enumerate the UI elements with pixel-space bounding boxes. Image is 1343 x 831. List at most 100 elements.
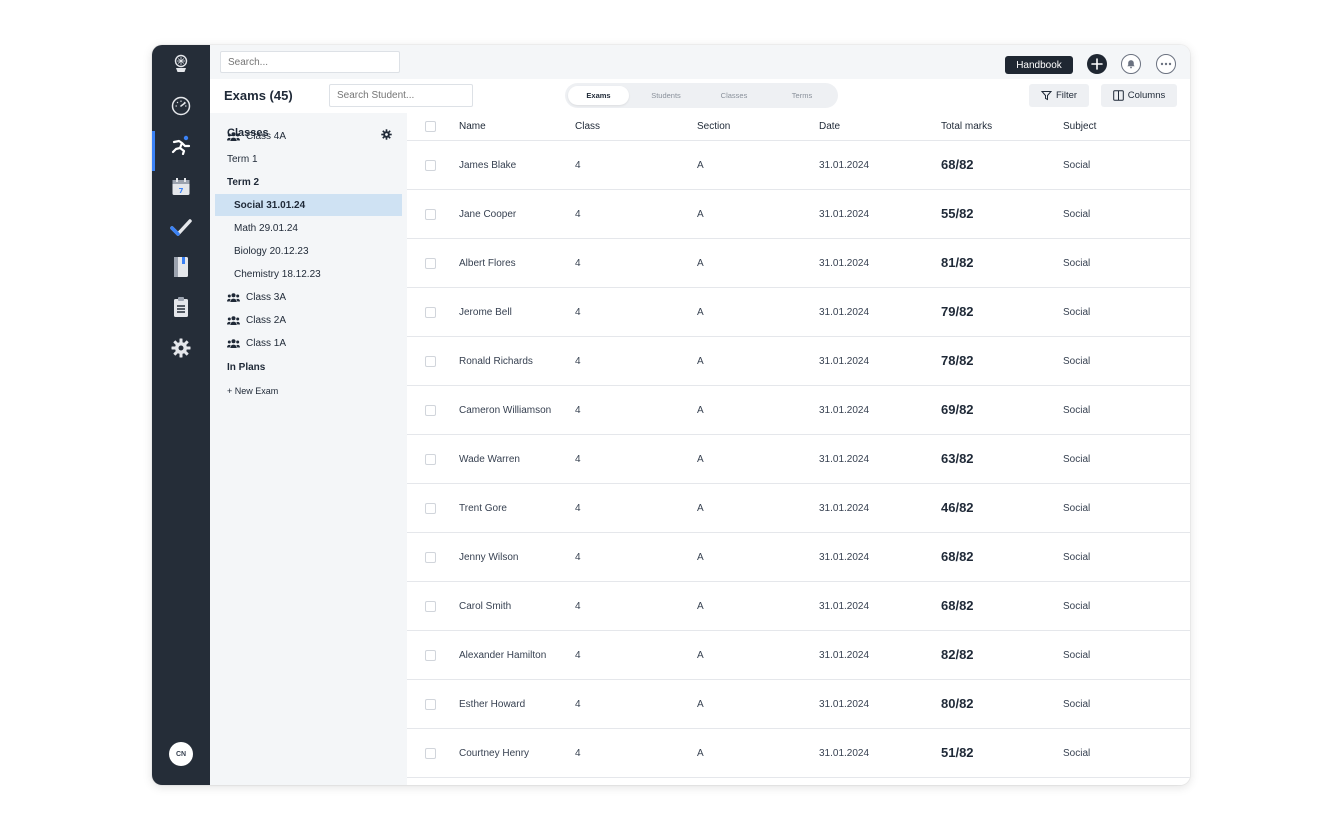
table-row[interactable]: Jenny Wilson 4 A 31.01.2024 68/82 Social <box>407 533 1190 582</box>
tab-classes[interactable]: Classes <box>703 86 765 105</box>
select-all-checkbox[interactable] <box>425 121 436 132</box>
row-checkbox[interactable] <box>425 552 436 563</box>
filter-label: Filter <box>1055 90 1078 101</box>
table-row[interactable]: James Blake 4 A 31.01.2024 68/82 Social <box>407 141 1190 190</box>
logo-icon[interactable] <box>152 48 210 80</box>
dashboard-gauge-icon[interactable] <box>152 90 210 122</box>
cell-marks: 79/82 <box>941 304 974 319</box>
tree-item-label: Chemistry 18.12.23 <box>234 268 321 280</box>
users-icon <box>227 131 240 141</box>
table-row[interactable]: Courtney Henry 4 A 31.01.2024 51/82 Social <box>407 729 1190 778</box>
cell-marks: 63/82 <box>941 451 974 466</box>
cell-subject: Social <box>1063 650 1091 661</box>
row-checkbox[interactable] <box>425 356 436 367</box>
tree-item-class-1a[interactable]: Class 1A <box>215 332 402 354</box>
column-header-name[interactable]: Name <box>459 121 486 132</box>
row-checkbox[interactable] <box>425 650 436 661</box>
cell-name: Jenny Wilson <box>459 552 519 563</box>
tree-item-term-2[interactable]: Term 2 <box>215 171 402 193</box>
table-row[interactable]: Jane Cooper 4 A 31.01.2024 55/82 Social <box>407 190 1190 239</box>
tab-students[interactable]: Students <box>635 86 697 105</box>
tab-exams[interactable]: Exams <box>568 86 629 105</box>
tree-item-class-2a[interactable]: Class 2A <box>215 309 402 331</box>
cell-class: 4 <box>575 405 581 416</box>
cell-section: A <box>697 258 704 269</box>
tree-item-class-4a[interactable]: Class 4A <box>215 125 402 147</box>
cell-class: 4 <box>575 258 581 269</box>
column-header-date[interactable]: Date <box>819 121 840 132</box>
column-header-total-marks[interactable]: Total marks <box>941 121 992 132</box>
calendar-icon[interactable]: 7 <box>152 171 210 203</box>
table-row[interactable]: Alexander Hamilton 4 A 31.01.2024 82/82 Socia… <box>407 631 1190 680</box>
notifications-button[interactable] <box>1121 54 1141 74</box>
columns-label: Columns <box>1127 90 1166 101</box>
tree-item-label: Math 29.01.24 <box>234 222 298 234</box>
cell-marks: 68/82 <box>941 549 974 564</box>
running-person-icon[interactable] <box>152 129 210 171</box>
table-row[interactable]: Wade Warren 4 A 31.01.2024 63/82 Social <box>407 435 1190 484</box>
book-icon[interactable] <box>152 251 210 283</box>
table-row[interactable]: Albert Flores 4 A 31.01.2024 81/82 Social <box>407 239 1190 288</box>
tree-item-social-31-01-24[interactable]: Social 31.01.24 <box>215 194 402 216</box>
columns-button[interactable]: Columns <box>1101 84 1177 107</box>
cell-date: 31.01.2024 <box>819 209 870 220</box>
row-checkbox[interactable] <box>425 503 436 514</box>
cell-date: 31.01.2024 <box>819 160 870 171</box>
row-checkbox[interactable] <box>425 405 436 416</box>
global-search-input[interactable] <box>220 51 400 73</box>
tree-item-label: Class 4A <box>246 130 287 142</box>
cell-subject: Social <box>1063 601 1091 612</box>
tree-item-class-3a[interactable]: Class 3A <box>215 286 402 308</box>
row-checkbox[interactable] <box>425 748 436 759</box>
tree-item-math-29-01-24[interactable]: Math 29.01.24 <box>215 217 402 239</box>
gear-icon[interactable] <box>152 332 210 364</box>
cell-name: Wade Warren <box>459 454 520 465</box>
table-row[interactable]: Cameron Williamson 4 A 31.01.2024 69/82 Socia… <box>407 386 1190 435</box>
cell-class: 4 <box>575 209 581 220</box>
cell-subject: Social <box>1063 258 1091 269</box>
tree-item-biology-20-12-23[interactable]: Biology 20.12.23 <box>215 240 402 262</box>
row-checkbox[interactable] <box>425 209 436 220</box>
cell-class: 4 <box>575 160 581 171</box>
table-row[interactable]: Trent Gore 4 A 31.01.2024 46/82 Social <box>407 484 1190 533</box>
cell-section: A <box>697 748 704 759</box>
tree-item-in-plans[interactable]: In Plans <box>215 356 402 378</box>
cell-class: 4 <box>575 699 581 710</box>
avatar[interactable]: CN <box>169 742 193 766</box>
cell-date: 31.01.2024 <box>819 748 870 759</box>
add-button[interactable] <box>1087 54 1107 74</box>
table-row[interactable]: Ronald Richards 4 A 31.01.2024 78/82 Social <box>407 337 1190 386</box>
tree-item-label: + New Exam <box>227 386 279 396</box>
filter-button[interactable]: Filter <box>1029 84 1089 107</box>
cell-section: A <box>697 405 704 416</box>
tab-terms[interactable]: Terms <box>771 86 833 105</box>
cell-subject: Social <box>1063 699 1091 710</box>
cell-date: 31.01.2024 <box>819 258 870 269</box>
table-row[interactable]: Jerome Bell 4 A 31.01.2024 79/82 Social <box>407 288 1190 337</box>
handbook-button[interactable]: Handbook <box>1005 56 1073 74</box>
row-checkbox[interactable] <box>425 258 436 269</box>
column-header-section[interactable]: Section <box>697 121 730 132</box>
more-options-button[interactable] <box>1156 54 1176 74</box>
row-checkbox[interactable] <box>425 454 436 465</box>
cell-name: Albert Flores <box>459 258 516 269</box>
table-row[interactable]: Esther Howard 4 A 31.01.2024 80/82 Social <box>407 680 1190 729</box>
column-header-class[interactable]: Class <box>575 121 600 132</box>
cell-marks: 69/82 <box>941 402 974 417</box>
row-checkbox[interactable] <box>425 601 436 612</box>
table-row[interactable]: Carol Smith 4 A 31.01.2024 68/82 Social <box>407 582 1190 631</box>
cell-class: 4 <box>575 356 581 367</box>
more-dots-icon <box>1160 62 1172 66</box>
tree-item-label: Term 2 <box>227 176 260 188</box>
row-checkbox[interactable] <box>425 307 436 318</box>
tree-item-chemistry-18-12-23[interactable]: Chemistry 18.12.23 <box>215 263 402 285</box>
new-exam-link[interactable]: + New Exam <box>215 380 402 402</box>
column-header-subject[interactable]: Subject <box>1063 121 1096 132</box>
checkmark-icon[interactable] <box>152 211 210 243</box>
tree-item-term-1[interactable]: Term 1 <box>215 148 402 170</box>
nav-rail: 7 CN <box>152 45 210 785</box>
clipboard-icon[interactable] <box>152 291 210 323</box>
row-checkbox[interactable] <box>425 699 436 710</box>
student-search-input[interactable] <box>329 84 473 107</box>
row-checkbox[interactable] <box>425 160 436 171</box>
